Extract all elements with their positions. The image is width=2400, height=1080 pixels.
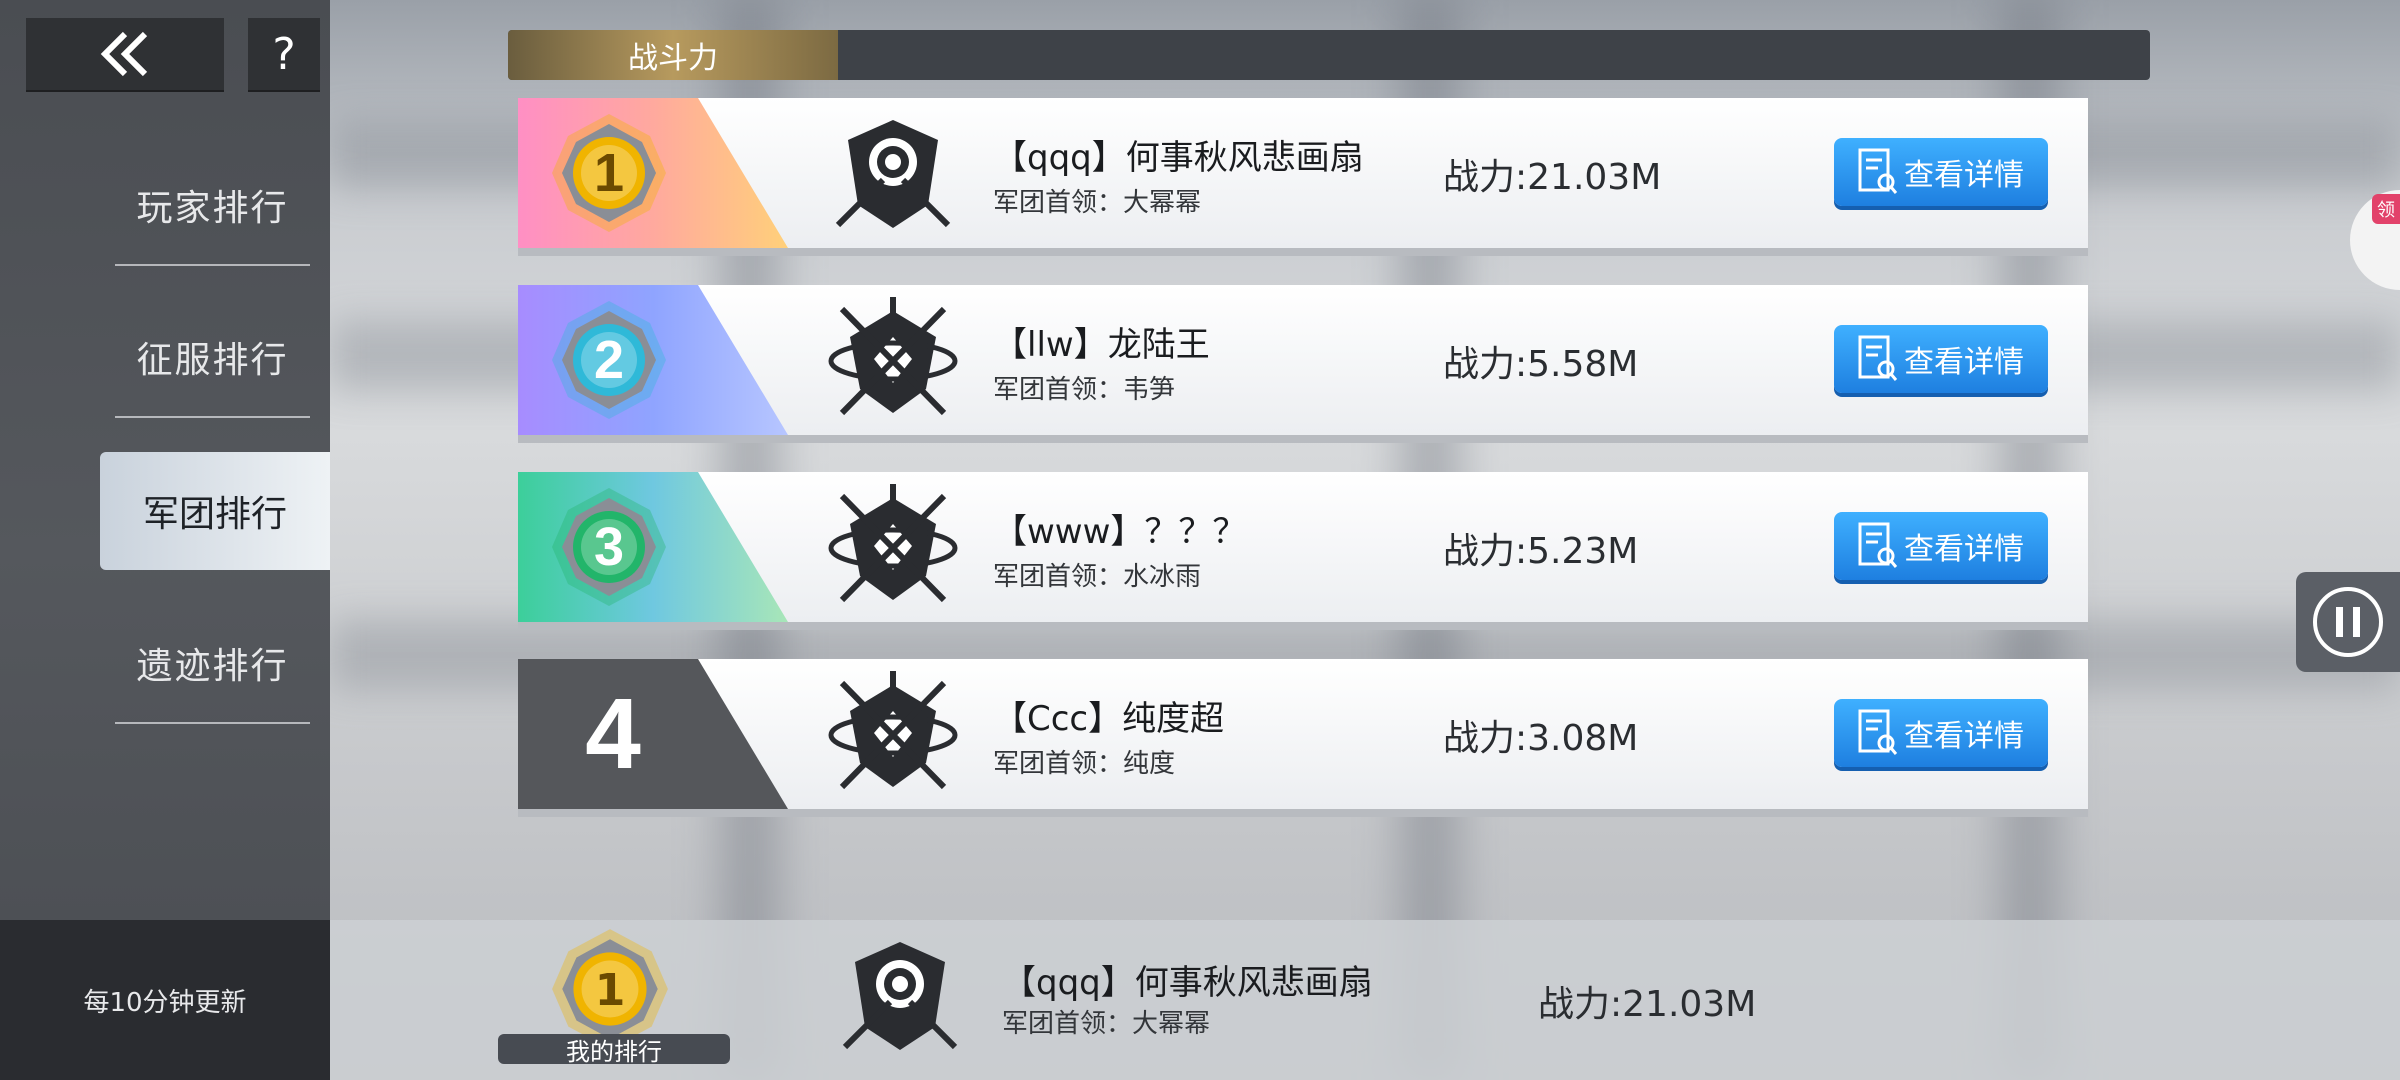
sidebar-item-relic-rank[interactable]: 遗迹排行 xyxy=(115,588,310,738)
rose-emblem-icon xyxy=(828,110,958,236)
sword-emblem-icon xyxy=(828,297,958,423)
my-combat-power: 战力:21.03M xyxy=(1538,984,1757,1025)
view-details-button[interactable]: 查看详情 xyxy=(1834,699,2048,767)
view-details-button[interactable]: 查看详情 xyxy=(1834,325,2048,393)
rank-number: 3 xyxy=(593,517,625,577)
list-item: 4 【Ccc】纯度超 军团首领：纯度 战力:3.08M 查看详情 xyxy=(518,659,2088,809)
rose-emblem-icon xyxy=(835,932,965,1058)
my-rank-label: 我的排行 xyxy=(498,1034,730,1066)
sidebar-item-player-rank[interactable]: 玩家排行 xyxy=(115,130,310,280)
sidebar-item-label: 玩家排行 xyxy=(136,188,289,229)
legion-name: 【llw】龙陆王 xyxy=(993,325,1210,365)
combat-power: 战力:5.58M xyxy=(1443,344,1639,385)
list-item: 1 【qqq】何事秋风悲画扇 军团首领：大幂幂 战力:21.03M 查看详情 xyxy=(518,98,2088,248)
combat-power: 战力:3.08M xyxy=(1443,718,1639,759)
rank-number: 2 xyxy=(593,330,625,390)
sword-emblem-icon xyxy=(828,671,958,797)
view-details-label: 查看详情 xyxy=(1904,345,2024,380)
double-chevron-left-icon xyxy=(100,31,148,77)
my-rank-number: 1 xyxy=(594,964,626,1016)
rank-number: 1 xyxy=(593,143,625,203)
combat-power: 战力:5.23M xyxy=(1443,531,1639,572)
rank-background: 2 xyxy=(518,285,788,435)
legion-name: 【www】？？？ xyxy=(993,512,1247,552)
combat-power: 战力:21.03M xyxy=(1443,157,1662,198)
document-search-icon xyxy=(1858,522,1898,568)
divider xyxy=(115,722,310,724)
view-details-label: 查看详情 xyxy=(1904,719,2024,754)
legion-name: 【Ccc】纯度超 xyxy=(993,699,1225,739)
sidebar-item-label: 征服排行 xyxy=(136,340,289,381)
my-legion-name: 【qqq】何事秋风悲画扇 xyxy=(1002,963,1373,1003)
pause-button[interactable] xyxy=(2296,572,2400,672)
sidebar-item-label: 遗迹排行 xyxy=(136,646,289,687)
sidebar-item-legion-rank[interactable]: 军团排行 xyxy=(100,452,330,570)
rank-background: 4 xyxy=(518,659,788,809)
sidebar-item-conquest-rank[interactable]: 征服排行 xyxy=(115,282,310,432)
document-search-icon xyxy=(1858,709,1898,755)
rank-number: 4 xyxy=(585,677,641,790)
legion-leader: 军团首领：韦笋 xyxy=(993,375,1176,405)
tab-combat-power[interactable]: 战斗力 xyxy=(508,30,838,80)
update-note: 每10分钟更新 xyxy=(83,987,247,1018)
view-details-label: 查看详情 xyxy=(1904,158,2024,193)
sidebar: ? 玩家排行 征服排行 军团排行 遗迹排行 xyxy=(0,0,330,920)
gift-tag: 领 xyxy=(2372,194,2400,224)
update-panel: 每10分钟更新 xyxy=(0,920,330,1080)
rank-background: 3 xyxy=(518,472,788,622)
view-details-button[interactable]: 查看详情 xyxy=(1834,138,2048,206)
legion-leader: 军团首领：纯度 xyxy=(993,749,1176,779)
document-search-icon xyxy=(1858,335,1898,381)
list-item: 3 【www】？？？ 军团首领：水冰雨 战力:5.23M 查看详情 xyxy=(518,472,2088,622)
pause-icon xyxy=(2313,587,2383,657)
divider xyxy=(115,416,310,418)
help-button[interactable]: ? xyxy=(248,18,320,90)
list-item: 2 【llw】龙陆王 军团首领：韦笋 战力:5.58M 查看详情 xyxy=(518,285,2088,435)
view-details-button[interactable]: 查看详情 xyxy=(1834,512,2048,580)
sidebar-item-label: 军团排行 xyxy=(142,494,287,535)
document-search-icon xyxy=(1858,148,1898,194)
back-button[interactable] xyxy=(26,18,224,90)
legion-leader: 军团首领：水冰雨 xyxy=(993,562,1202,592)
my-legion-leader: 军团首领：大幂幂 xyxy=(1002,1009,1211,1039)
legion-leader: 军团首领：大幂幂 xyxy=(993,188,1202,218)
legion-name: 【qqq】何事秋风悲画扇 xyxy=(993,138,1364,178)
sword-emblem-icon xyxy=(828,484,958,610)
rank-background: 1 xyxy=(518,98,788,248)
view-details-label: 查看详情 xyxy=(1904,532,2024,567)
ranking-tab-bar: 战斗力 xyxy=(508,30,2150,80)
divider xyxy=(115,264,310,266)
